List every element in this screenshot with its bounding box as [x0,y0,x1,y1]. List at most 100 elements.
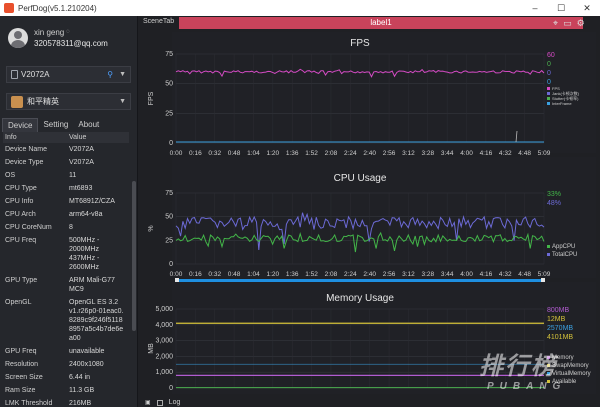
current-value: 4101MB [547,334,573,341]
x-tick-label: 4:16 [480,271,493,278]
info-row: CPU Freq 500MHz - 2000MHz 437MHz - 2600MH… [3,234,129,274]
info-key: GPU Type [5,277,38,284]
x-tick-label: 1:36 [286,150,299,157]
info-key: CPU Info [5,198,34,205]
x-tick-label: 4:00 [460,150,473,157]
legend-swatch [547,253,550,256]
info-value: arm64-v8a [69,211,103,218]
sidebar-tabs: Device Setting About [2,118,135,132]
scene-tab[interactable]: SceneTab [143,18,174,25]
x-tick-label: 3:44 [441,150,454,157]
current-value: 0 [547,79,551,86]
info-row: Device Type V2072A [3,156,129,169]
device-select[interactable]: V2072A ⚲ ▼ [6,66,131,83]
window-title-bar: PerfDog(v5.1.210204) – ☐ ✕ [0,0,600,16]
x-tick-label: 2:08 [325,150,338,157]
user-status-icon: ◌ [66,29,70,35]
info-value: 11 [69,172,77,179]
x-tick-label: 2:24 [344,150,357,157]
info-row: Screen Size 6.44 in [3,371,129,384]
expand-icon[interactable]: ▣ [145,399,151,406]
info-row: Ram Size 11.3 GB [3,384,129,397]
info-row: GPU Freq unavailable [3,345,129,358]
x-tick-label: 0:48 [228,150,241,157]
info-value: 2400x1080 [69,361,104,368]
x-tick-label: 3:28 [421,271,434,278]
info-key: OS [5,172,16,179]
x-tick-label: 2:40 [363,150,376,157]
y-tick-label: 25 [165,110,173,117]
chart-title: Memory Usage [326,293,394,304]
game-app-icon [11,95,23,108]
info-value: V2072A [69,146,94,153]
watermark-big: 排行榜 [479,353,557,380]
current-value: 12MB [547,316,566,323]
label-bar[interactable]: label1 [179,17,583,29]
folder-icon[interactable]: ▭ [563,18,572,29]
log-checkbox[interactable] [156,399,163,406]
x-tick-label: 0:32 [208,150,221,157]
y-tick-label: 5,000 [155,306,173,313]
info-key: CPU Arch [5,211,36,218]
x-tick-label: 1:20 [267,150,280,157]
sidebar-scrollbar[interactable] [132,181,136,331]
wifi-tool-icon[interactable]: ⚲ [107,70,117,79]
info-key: Device Name [5,146,48,153]
current-value: 800MB [547,307,570,314]
x-tick-label: 3:12 [402,150,415,157]
x-tick-label: 0:16 [189,271,202,278]
info-row: CPU Arch arm64-v8a [3,208,129,221]
info-row: OpenGL OpenGL ES 3.2 v1.r26p0-01eac0. 828… [3,296,129,345]
y-tick-label: 0 [169,140,173,147]
legend-item: AppCPU [552,244,575,250]
current-value: 48% [547,200,561,207]
y-tick-label: 75 [165,190,173,197]
location-icon[interactable]: ⌖ [553,18,558,29]
x-tick-label: 4:00 [460,271,473,278]
info-value: 216MB [69,400,92,407]
sidebar: xin geng ◌ 320578311@qq.com V2072A ⚲ ▼ 和… [0,16,138,407]
minimize-icon[interactable]: – [522,3,548,14]
info-row: OS 11 [3,169,129,182]
info-row: CPU Type mt6893 [3,182,129,195]
user-name: xin geng [34,28,65,37]
y-tick-label: 25 [165,237,173,244]
close-icon[interactable]: ✕ [574,3,600,14]
x-tick-label: 2:56 [383,150,396,157]
x-tick-label: 2:40 [363,271,376,278]
settings-icon[interactable]: ⚙ [577,18,585,29]
y-tick-label: 1,000 [155,369,173,376]
info-key: Device Type [5,159,44,166]
tab-setting[interactable]: Setting [38,118,73,132]
x-tick-label: 0:00 [170,150,183,157]
phone-icon [11,70,18,79]
maximize-icon[interactable]: ☐ [548,3,574,14]
x-tick-label: 1:36 [286,271,299,278]
legend-swatch [547,92,550,95]
x-tick-label: 2:24 [344,271,357,278]
info-header-value: Value [69,134,87,141]
legend-swatch [547,97,550,100]
x-tick-label: 5:09 [538,271,551,278]
chart-title: FPS [350,38,370,49]
chart-title: CPU Usage [334,173,387,184]
tab-device[interactable]: Device [2,118,39,132]
info-row: Resolution 2400x1080 [3,358,129,371]
info-table-header: Info Value [3,132,129,143]
info-value: 500MHz - 2000MHz 437MHz - 2600MHz [69,237,100,271]
x-tick-label: 0:00 [170,271,183,278]
user-panel: xin geng ◌ 320578311@qq.com [0,16,137,60]
info-row: Device Name V2072A [3,143,129,156]
chevron-down-icon: ▼ [119,98,126,105]
x-tick-label: 1:52 [305,271,318,278]
y-tick-label: 0 [169,385,173,392]
x-tick-label: 1:52 [305,150,318,157]
app-select[interactable]: 和平精英 ▼ [6,93,131,110]
y-tick-label: 0 [169,261,173,268]
avatar[interactable] [8,28,28,48]
info-row: GPU Type ARM Mali-G77 MC9 [3,274,129,296]
tab-about[interactable]: About [73,118,104,132]
info-row: CPU Info MT6891Z/CZA [3,195,129,208]
x-tick-label: 2:08 [325,271,338,278]
x-tick-label: 2:56 [383,271,396,278]
